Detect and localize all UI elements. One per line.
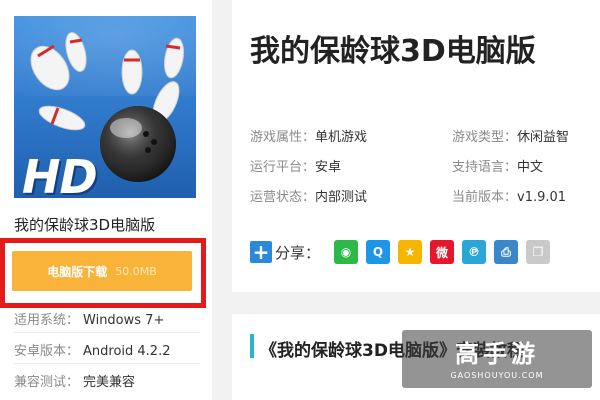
app-icon[interactable]: HD <box>14 16 196 198</box>
spec-key: 适用系统： <box>14 313 80 328</box>
attr-key: 游戏类型： <box>452 130 518 145</box>
share-plus-icon[interactable]: + <box>250 241 272 263</box>
attr-key: 运营状态： <box>250 190 316 205</box>
spec-row-compat: 兼容测试： 完美兼容 <box>14 371 135 390</box>
attr-key: 当前版本： <box>452 190 518 205</box>
wechat-icon[interactable]: ◉ <box>334 240 359 264</box>
attr-status: 运营状态：内部测试 <box>250 186 367 205</box>
spec-row-android: 安卓版本： Android 4.2.2 <box>14 340 171 359</box>
tutorial-section: 《我的保龄球3D电脑版》安装教程 高手游 GAOSHOUYOU.COM <box>232 314 600 400</box>
weibo-icon[interactable]: 微 <box>430 240 455 264</box>
spec-key: 兼容测试： <box>14 375 80 390</box>
attr-key: 运行平台： <box>250 160 316 175</box>
attr-key: 支持语言： <box>452 160 518 175</box>
spec-value: Windows 7+ <box>83 313 165 328</box>
qq-icon[interactable]: Q <box>366 240 391 264</box>
site-watermark: 高手游 GAOSHOUYOU.COM <box>402 330 592 388</box>
pc-download-button[interactable]: 电脑版下载 50.0MB <box>12 251 192 291</box>
download-file-size: 50.0MB <box>115 264 157 278</box>
attr-key: 游戏属性： <box>250 130 316 145</box>
section-accent-bar <box>250 334 254 358</box>
page-title: 我的保龄球3D电脑版 <box>250 34 536 69</box>
app-sidebar: HD 我的保龄球3D电脑版 电脑版下载 50.0MB 适用系统： Windows … <box>0 0 212 400</box>
attr-value: 休闲益智 <box>517 130 570 145</box>
spec-value: 完美兼容 <box>83 375 136 390</box>
watermark-url: GAOSHOUYOU.COM <box>450 371 544 380</box>
divider <box>14 332 200 333</box>
app-name: 我的保龄球3D电脑版 <box>14 216 156 234</box>
attr-language: 支持语言：中文 <box>452 156 543 175</box>
attr-value: 内部测试 <box>315 190 368 205</box>
attr-platform: 运行平台：安卓 <box>250 156 341 175</box>
spec-row-system: 适用系统： Windows 7+ <box>14 309 164 328</box>
download-button-label: 电脑版下载 <box>47 264 108 279</box>
qzone-icon[interactable]: ★ <box>398 240 423 264</box>
attr-version: 当前版本：v1.9.01 <box>452 186 566 205</box>
print-icon[interactable]: ⎙ <box>494 240 519 264</box>
share-label: 分享： <box>275 243 321 262</box>
spec-value: Android 4.2.2 <box>83 344 171 359</box>
divider <box>14 363 200 364</box>
hd-badge: HD <box>22 150 98 198</box>
copy-icon[interactable]: ❐ <box>526 240 551 264</box>
attr-game-type: 游戏类型：休闲益智 <box>452 126 569 145</box>
watermark-logo: 高手游 <box>455 340 539 368</box>
spec-key: 安卓版本： <box>14 344 80 359</box>
game-info-panel: 我的保龄球3D电脑版 游戏属性：单机游戏 游戏类型：休闲益智 运行平台：安卓 支… <box>232 0 600 292</box>
attr-value: 中文 <box>517 160 544 175</box>
attr-value: 安卓 <box>315 160 342 175</box>
tencent-weibo-icon[interactable]: ℗ <box>462 240 487 264</box>
attr-game-property: 游戏属性：单机游戏 <box>250 126 367 145</box>
attr-value: v1.9.01 <box>517 190 567 205</box>
attr-value: 单机游戏 <box>315 130 368 145</box>
share-bar: + 分享： ◉ Q ★ 微 ℗ ⎙ ❐ <box>250 238 558 266</box>
